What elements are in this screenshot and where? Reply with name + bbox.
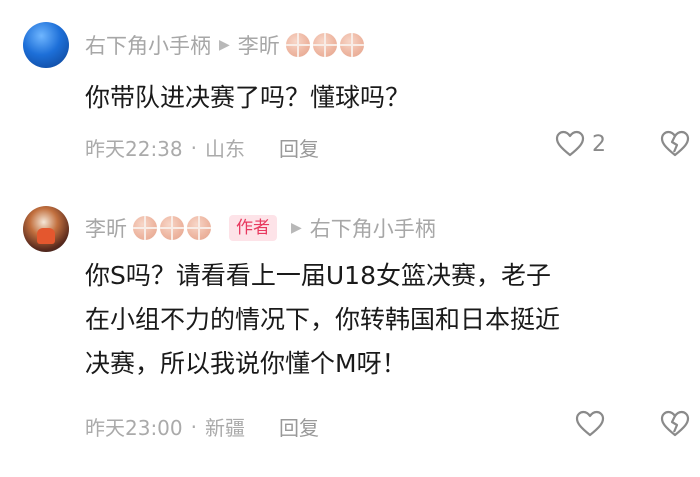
comment-text-line: 你带队进决赛了吗？懂球吗？ <box>85 83 411 112</box>
basketball-icon <box>133 216 157 240</box>
comment-location: 新疆 <box>205 416 245 440</box>
badge-group <box>133 216 211 240</box>
like-button[interactable] <box>574 408 606 440</box>
avatar-jersey <box>37 228 55 244</box>
comment-header: 右下角小手柄 ▶ 李昕 <box>85 30 364 60</box>
reply-to-name[interactable]: 右下角小手柄 <box>310 213 436 243</box>
basketball-icon <box>285 33 310 57</box>
dislike-button[interactable] <box>658 128 692 164</box>
basketball-icon <box>339 33 364 57</box>
comment-text-line: 决赛，所以我说你懂个M呀！ <box>85 349 407 378</box>
badge-group <box>285 33 364 57</box>
author-name[interactable]: 李昕 <box>85 213 127 243</box>
like-count: 2 <box>592 131 606 157</box>
right-triangle-icon: ▶ <box>291 220 302 236</box>
reply-to-name[interactable]: 李昕 <box>238 30 280 60</box>
basketball-icon <box>160 216 184 240</box>
comment-location: 山东 <box>205 137 245 161</box>
broken-heart-outline-icon <box>660 130 690 157</box>
comment-header: 李昕 作者 ▶ 右下角小手柄 <box>85 213 436 243</box>
reply-button[interactable]: 回复 <box>279 133 319 162</box>
right-triangle-icon: ▶ <box>219 37 230 53</box>
comment-time: 昨天22:38 <box>85 137 183 161</box>
dislike-button[interactable] <box>658 408 692 444</box>
author-badge: 作者 <box>229 215 277 241</box>
comment-footer: 昨天22:38 · 山东 回复 <box>85 133 319 162</box>
separator: · <box>190 414 197 439</box>
heart-outline-icon <box>575 410 605 437</box>
comment-text-line: 你S吗？请看看上一届U18女篮决赛，老子 <box>85 261 551 290</box>
comment-text-line: 在小组不力的情况下，你转韩国和日本挺近 <box>85 305 561 334</box>
comment-time: 昨天23:00 <box>85 416 183 440</box>
basketball-icon <box>187 216 211 240</box>
heart-outline-icon <box>555 130 585 157</box>
avatar[interactable] <box>23 206 69 252</box>
basketball-icon <box>312 33 337 57</box>
like-button[interactable]: 2 <box>554 128 606 160</box>
comment-footer: 昨天23:00 · 新疆 回复 <box>85 412 319 441</box>
reply-button[interactable]: 回复 <box>279 412 319 441</box>
avatar[interactable] <box>23 22 69 68</box>
comment-text: 你S吗？请看看上一届U18女篮决赛，老子 在小组不力的情况下，你转韩国和日本挺近… <box>85 254 560 386</box>
author-name[interactable]: 右下角小手柄 <box>85 30 211 60</box>
broken-heart-outline-icon <box>660 410 690 437</box>
separator: · <box>190 135 197 160</box>
comment-text: 你带队进决赛了吗？懂球吗？ <box>85 76 410 120</box>
